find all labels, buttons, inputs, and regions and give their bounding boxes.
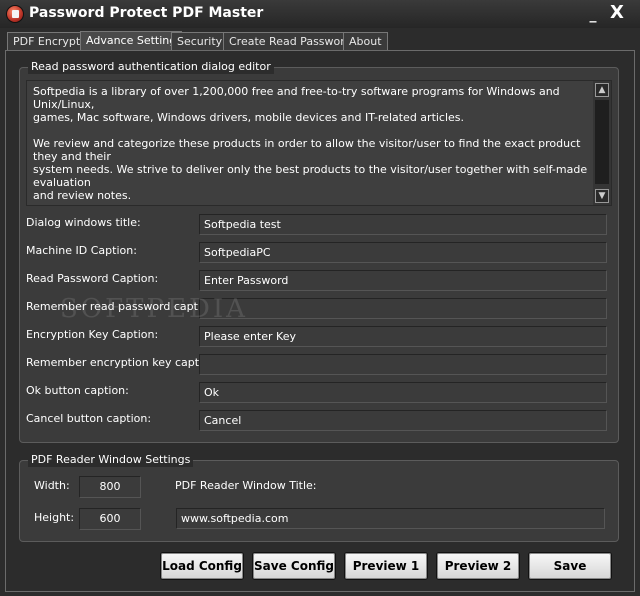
ok-button-caption-input[interactable]: Ok (199, 382, 607, 403)
width-label: Width: (34, 479, 70, 492)
reader-window-title-input[interactable]: www.softpedia.com (176, 508, 605, 529)
tab-about[interactable]: About (343, 32, 388, 50)
window-title: Password Protect PDF Master (29, 5, 264, 21)
load-config-button[interactable]: Load Config (160, 552, 244, 580)
machine-id-caption-label: Machine ID Caption: (26, 244, 137, 257)
close-button[interactable]: X (608, 4, 626, 22)
remember-encryption-key-input[interactable] (199, 354, 607, 375)
tab-security[interactable]: Security (171, 32, 229, 50)
app-pdf-lock-icon (6, 5, 24, 23)
dialog-title-label: Dialog windows title: (26, 216, 141, 229)
save-config-button[interactable]: Save Config (252, 552, 336, 580)
width-input[interactable]: 800 (79, 476, 141, 498)
height-input[interactable]: 600 (79, 508, 141, 530)
minimize-button[interactable]: _ (584, 4, 602, 23)
tab-pdf-encrypt[interactable]: PDF Encrypt (7, 32, 87, 50)
preview-1-button[interactable]: Preview 1 (344, 552, 428, 580)
dialog-editor-group-title: Read password authentication dialog edit… (28, 60, 274, 74)
editor-scrollbar[interactable]: ▲ ▼ (593, 81, 611, 205)
remember-read-password-input[interactable] (199, 298, 607, 319)
read-password-caption-input[interactable]: Enter Password (199, 270, 607, 291)
remember-encryption-key-label: Remember encryption key caption: (26, 356, 220, 369)
dialog-text-editor[interactable]: Softpedia is a library of over 1,200,000… (26, 80, 612, 206)
scroll-down-icon[interactable]: ▼ (595, 189, 609, 203)
encryption-key-caption-input[interactable]: Please enter Key (199, 326, 607, 347)
encryption-key-caption-label: Encryption Key Caption: (26, 328, 159, 341)
tab-create-read-password[interactable]: Create Read Password (223, 32, 358, 50)
cancel-button-caption-label: Cancel button caption: (26, 412, 152, 425)
tab-advance-setting[interactable]: Advance Setting (80, 31, 183, 51)
title-bar[interactable]: Password Protect PDF Master _ X (0, 0, 640, 28)
scroll-thumb[interactable] (595, 100, 609, 184)
dialog-title-input[interactable]: Softpedia test (199, 214, 607, 235)
dialog-text-content: Softpedia is a library of over 1,200,000… (33, 85, 588, 202)
reader-settings-group-title: PDF Reader Window Settings (28, 453, 194, 467)
ok-button-caption-label: Ok button caption: (26, 384, 129, 397)
reader-window-title-label: PDF Reader Window Title: (175, 479, 317, 492)
preview-2-button[interactable]: Preview 2 (436, 552, 520, 580)
save-button[interactable]: Save (528, 552, 612, 580)
cancel-button-caption-input[interactable]: Cancel (199, 410, 607, 431)
machine-id-caption-input[interactable]: SoftpediaPC (199, 242, 607, 263)
scroll-up-icon[interactable]: ▲ (595, 83, 609, 97)
remember-read-password-label: Remember read password caption: (26, 300, 219, 313)
height-label: Height: (34, 511, 75, 524)
read-password-caption-label: Read Password Caption: (26, 272, 159, 285)
